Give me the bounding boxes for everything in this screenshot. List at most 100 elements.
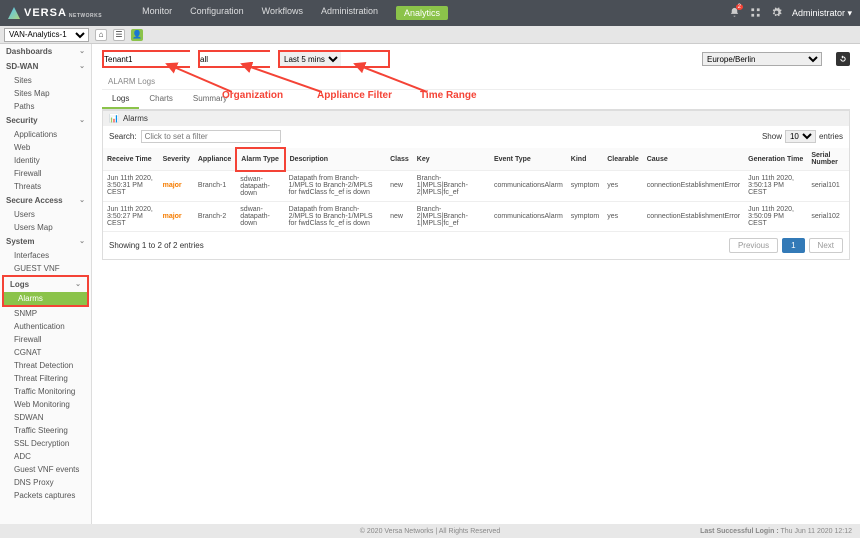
col-class[interactable]: Class	[386, 148, 413, 171]
user-icon[interactable]: 👤	[131, 29, 143, 41]
sidebar-item-guest-vnf[interactable]: GUEST VNF	[0, 262, 91, 275]
table-row[interactable]: Jun 11th 2020, 3:50:31 PM CEST major Bra…	[103, 171, 849, 202]
col-cause[interactable]: Cause	[643, 148, 744, 171]
sidebar-item-identity[interactable]: Identity	[0, 154, 91, 167]
top-nav: Monitor Configuration Workflows Administ…	[142, 6, 448, 20]
sidebar-item-alarms[interactable]: Alarms	[4, 292, 87, 305]
sidebar-item-threat-filtering[interactable]: Threat Filtering	[0, 372, 91, 385]
sidebar-item-ssl-decryption[interactable]: SSL Decryption	[0, 437, 91, 450]
brand-text: VERSA	[24, 7, 67, 19]
cell-clearable: yes	[603, 201, 643, 231]
sidebar-item-packets-captures[interactable]: Packets captures	[0, 489, 91, 502]
search-label: Search:	[109, 132, 137, 141]
prev-button[interactable]: Previous	[729, 238, 778, 253]
sub-icon-row: ⌂ ☰ 👤	[95, 29, 143, 41]
tab-logs[interactable]: Logs	[102, 90, 139, 109]
sidebar-item-sdwan-log[interactable]: SDWAN	[0, 411, 91, 424]
gear-icon[interactable]	[771, 7, 782, 20]
refresh-button[interactable]	[836, 52, 850, 66]
user-menu[interactable]: Administrator ▾	[792, 8, 852, 19]
sidebar-item-paths[interactable]: Paths	[0, 100, 91, 113]
col-kind[interactable]: Kind	[567, 148, 603, 171]
chart-bar-icon: 📊	[109, 114, 119, 123]
sidebar-logs[interactable]: Logs⌄	[4, 277, 87, 292]
arrow-org-icon	[152, 62, 232, 97]
col-appliance[interactable]: Appliance	[194, 148, 236, 171]
sidebar: Dashboards⌄ SD-WAN⌄ Sites Sites Map Path…	[0, 44, 92, 524]
sidebar-item-dns-proxy[interactable]: DNS Proxy	[0, 476, 91, 489]
cell-class: new	[386, 171, 413, 202]
sidebar-item-sites-map[interactable]: Sites Map	[0, 87, 91, 100]
cell-appliance: Branch-1	[194, 171, 236, 202]
sidebar-item-traffic-steering[interactable]: Traffic Steering	[0, 424, 91, 437]
list-icon[interactable]: ☰	[113, 29, 125, 41]
nav-configuration[interactable]: Configuration	[190, 6, 244, 20]
brand-subtext: NETWORKS	[69, 13, 102, 19]
arrow-time-icon	[347, 62, 427, 97]
sidebar-item-threats[interactable]: Threats	[0, 180, 91, 193]
page-1-button[interactable]: 1	[782, 238, 804, 253]
sidebar-item-web[interactable]: Web	[0, 141, 91, 154]
notification-bell-icon[interactable]: 2	[729, 7, 740, 20]
sidebar-item-users[interactable]: Users	[0, 208, 91, 221]
cell-serial: serial102	[807, 201, 849, 231]
cell-event-type: communicationsAlarm	[490, 201, 567, 231]
entries-label: entries	[819, 132, 843, 141]
sidebar-sdwan[interactable]: SD-WAN⌄	[0, 59, 91, 74]
col-key[interactable]: Key	[413, 148, 490, 171]
sidebar-item-applications[interactable]: Applications	[0, 128, 91, 141]
col-description[interactable]: Description	[285, 148, 387, 171]
top-header: VERSA NETWORKS Monitor Configuration Wor…	[0, 0, 860, 26]
sidebar-item-threat-detection[interactable]: Threat Detection	[0, 359, 91, 372]
col-severity[interactable]: Severity	[159, 148, 194, 171]
sub-header: VAN-Analytics-1 ⌂ ☰ 👤	[0, 26, 860, 44]
sidebar-item-firewall-log[interactable]: Firewall	[0, 333, 91, 346]
col-clearable[interactable]: Clearable	[603, 148, 643, 171]
sidebar-item-users-map[interactable]: Users Map	[0, 221, 91, 234]
sidebar-item-web-monitoring[interactable]: Web Monitoring	[0, 398, 91, 411]
show-count-select[interactable]: 10	[785, 130, 816, 143]
arrow-appliance-icon	[232, 62, 322, 97]
sidebar-secure-access[interactable]: Secure Access⌄	[0, 193, 91, 208]
footer-copyright: © 2020 Versa Networks | All Rights Reser…	[360, 528, 500, 535]
sidebar-item-authentication[interactable]: Authentication	[0, 320, 91, 333]
cell-cause: connectionEstablishmentError	[643, 201, 744, 231]
col-receive-time[interactable]: Receive Time	[103, 148, 159, 171]
sidebar-logs-highlight-box: Logs⌄ Alarms	[2, 275, 89, 307]
alarms-card-title: Alarms	[123, 114, 148, 123]
sidebar-item-firewall[interactable]: Firewall	[0, 167, 91, 180]
nav-analytics[interactable]: Analytics	[396, 6, 448, 20]
sidebar-system[interactable]: System⌄	[0, 234, 91, 249]
col-event-type[interactable]: Event Type	[490, 148, 567, 171]
annotation-time: Time Range	[420, 90, 477, 101]
cell-severity: major	[159, 201, 194, 231]
col-generation-time[interactable]: Generation Time	[744, 148, 807, 171]
timezone-select[interactable]: Europe/Berlin	[702, 52, 822, 66]
sidebar-item-adc[interactable]: ADC	[0, 450, 91, 463]
sidebar-dashboards[interactable]: Dashboards⌄	[0, 44, 91, 59]
grid-icon[interactable]	[750, 7, 761, 20]
sidebar-item-sites[interactable]: Sites	[0, 74, 91, 87]
cell-appliance: Branch-2	[194, 201, 236, 231]
sidebar-item-interfaces[interactable]: Interfaces	[0, 249, 91, 262]
sidebar-item-traffic-monitoring[interactable]: Traffic Monitoring	[0, 385, 91, 398]
col-serial-number[interactable]: Serial Number	[807, 148, 849, 171]
nav-administration[interactable]: Administration	[321, 6, 378, 20]
col-alarm-type[interactable]: Alarm Type	[236, 148, 284, 171]
table-row[interactable]: Jun 11th 2020, 3:50:27 PM CEST major Bra…	[103, 201, 849, 231]
main-layout: Dashboards⌄ SD-WAN⌄ Sites Sites Map Path…	[0, 44, 860, 524]
nav-monitor[interactable]: Monitor	[142, 6, 172, 20]
sidebar-item-guest-vnf-events[interactable]: Guest VNF events	[0, 463, 91, 476]
show-entries-control: Show 10 entries	[762, 130, 843, 143]
tenant-select[interactable]: VAN-Analytics-1	[4, 28, 89, 42]
cell-alarm-type: sdwan-datapath-down	[236, 201, 284, 231]
next-button[interactable]: Next	[809, 238, 843, 253]
sidebar-item-snmp[interactable]: SNMP	[0, 307, 91, 320]
nav-workflows[interactable]: Workflows	[262, 6, 303, 20]
home-icon[interactable]: ⌂	[95, 29, 107, 41]
cell-kind: symptom	[567, 171, 603, 202]
brand-mark-icon	[8, 7, 20, 19]
sidebar-item-cgnat[interactable]: CGNAT	[0, 346, 91, 359]
search-input[interactable]	[141, 130, 281, 143]
sidebar-security[interactable]: Security⌄	[0, 113, 91, 128]
